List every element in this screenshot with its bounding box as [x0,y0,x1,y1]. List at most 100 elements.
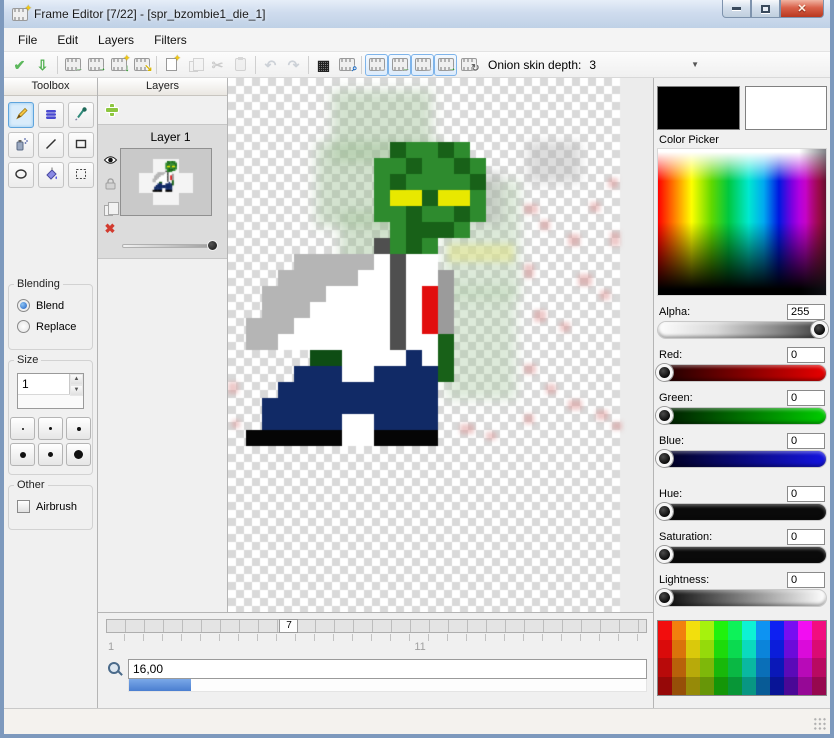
onion-prev-button[interactable]: ← [388,53,411,76]
red-value-input[interactable]: 0 [787,347,825,363]
pencil-tool-button[interactable] [7,102,34,128]
palette-swatch[interactable] [686,621,700,640]
hue-slider-thumb[interactable] [656,503,673,520]
preview-zoom-button[interactable]: ⌕ [335,54,358,76]
palette-swatch[interactable] [686,639,700,658]
palette-swatch[interactable] [742,676,756,695]
palette-swatch[interactable] [658,658,672,677]
palette-swatch[interactable] [700,639,714,658]
brush-size-5-button[interactable] [38,443,63,466]
palette-swatch[interactable] [798,676,812,695]
onion-show-prev-button[interactable]: ← [365,53,388,76]
palette-swatch[interactable] [784,621,798,640]
saturation-slider[interactable] [656,546,826,563]
red-slider-thumb[interactable] [656,364,673,381]
ellipse-tool-button[interactable] [7,162,34,188]
color-picker-tool-button[interactable] [67,102,94,128]
palette-swatch[interactable] [700,621,714,640]
palette-swatch[interactable] [742,658,756,677]
palette-swatch[interactable] [756,676,770,695]
brush-size-4-button[interactable] [10,443,35,466]
current-frame-thumb[interactable]: 7 [279,619,299,633]
layer-opacity-slider[interactable] [122,240,218,251]
onion-depth-value[interactable]: 3 [589,58,596,72]
resize-grip[interactable] [813,717,827,731]
color-gradient-picker[interactable] [657,148,827,296]
palette-swatch[interactable] [728,658,742,677]
size-down-button[interactable]: ▼ [70,385,83,396]
hue-value-input[interactable]: 0 [787,486,825,502]
spray-tool-button[interactable] [7,132,34,158]
menu-edit[interactable]: Edit [47,28,88,51]
palette-swatch[interactable] [728,676,742,695]
palette-swatch[interactable] [686,658,700,677]
palette-swatch[interactable] [728,639,742,658]
lightness-value-input[interactable]: 0 [787,572,825,588]
palette-swatch[interactable] [812,639,826,658]
alpha-slider-thumb[interactable] [811,321,828,338]
palette-swatch[interactable] [714,676,728,695]
palette-swatch[interactable] [756,621,770,640]
line-tool-button[interactable] [37,132,64,158]
palette-swatch[interactable] [784,676,798,695]
green-slider-thumb[interactable] [656,407,673,424]
opacity-thumb[interactable] [207,240,218,251]
brush-size-1-button[interactable] [10,417,35,440]
alpha-slider[interactable] [658,321,828,338]
close-button[interactable]: ✕ [780,0,824,18]
green-slider[interactable] [656,407,826,424]
blend-radio[interactable] [17,299,30,312]
size-value[interactable]: 1 [18,374,69,394]
palette-swatch[interactable] [770,639,784,658]
maximize-button[interactable] [751,0,780,18]
canvas-area[interactable] [228,78,653,612]
rectangle-tool-button[interactable] [67,132,94,158]
palette-swatch[interactable] [798,639,812,658]
menu-filters[interactable]: Filters [144,28,197,51]
palette-swatch[interactable] [742,621,756,640]
layer-row[interactable]: Layer 1 ✖ [98,124,227,259]
import-button[interactable]: ⇩ [31,54,54,76]
palette-swatch[interactable] [686,676,700,695]
alpha-value-input[interactable]: 255 [787,304,825,320]
palette-swatch[interactable] [700,658,714,677]
palette-swatch[interactable] [700,676,714,695]
palette-swatch[interactable] [770,658,784,677]
layer-lock-icon[interactable] [105,177,116,195]
fill-tool-button[interactable] [37,162,64,188]
saturation-slider-thumb[interactable] [656,546,673,563]
onion-loop-button[interactable]: ↻ [457,54,480,76]
palette-swatch[interactable] [784,658,798,677]
onion-depth-dropdown-icon[interactable]: ▼ [691,60,699,69]
menu-file[interactable]: File [8,28,47,51]
blue-slider-thumb[interactable] [656,450,673,467]
hue-slider[interactable] [656,503,826,520]
palette-swatch[interactable] [728,621,742,640]
toggle-grid-button[interactable]: ▦ [312,54,335,76]
move-frame-right-button[interactable]: → [84,54,107,76]
palette-swatch[interactable] [658,639,672,658]
sprite-canvas[interactable] [228,78,653,612]
lightness-slider-thumb[interactable] [656,589,673,606]
duplicate-frame-button[interactable]: ↘ [130,54,153,76]
primary-color-swatch[interactable] [657,86,740,130]
brush-size-3-button[interactable] [66,417,91,440]
blue-value-input[interactable]: 0 [787,433,825,449]
palette-swatch[interactable] [714,658,728,677]
replace-option[interactable]: Replace [17,320,86,333]
replace-radio[interactable] [17,320,30,333]
palette-swatch[interactable] [672,639,686,658]
palette-swatch[interactable] [798,621,812,640]
add-frame-button[interactable]: ↓ ✦ [107,53,131,76]
palette-swatch[interactable] [714,621,728,640]
saturation-value-input[interactable]: 0 [787,529,825,545]
new-frame-button[interactable]: ✦ [160,53,183,76]
select-tool-button[interactable] [67,162,94,188]
airbrush-checkbox[interactable] [17,500,30,513]
secondary-color-swatch[interactable] [744,86,827,130]
move-frame-left-button[interactable]: ← [61,54,84,76]
palette-swatch[interactable] [672,676,686,695]
palette-swatch[interactable] [812,658,826,677]
palette-swatch[interactable] [812,676,826,695]
palette-swatch[interactable] [742,639,756,658]
